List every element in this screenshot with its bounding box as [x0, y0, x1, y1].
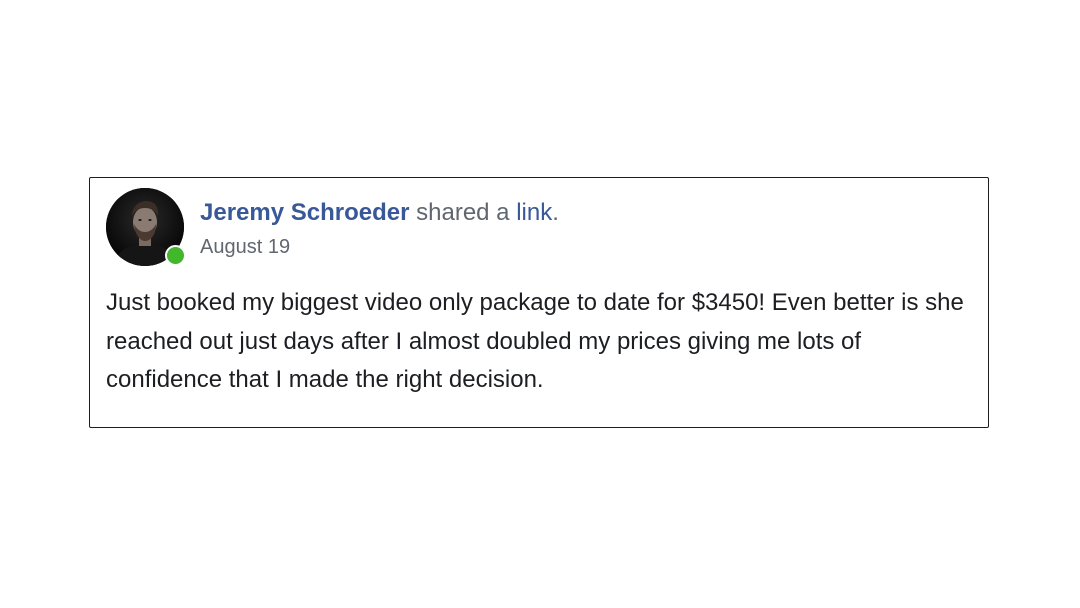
author-name-link[interactable]: Jeremy Schroeder [200, 199, 409, 226]
shared-link-word[interactable]: link [516, 199, 552, 226]
online-status-dot [165, 245, 186, 266]
post-card: Jeremy Schroeder shared a link. August 1… [89, 177, 989, 428]
post-header: Jeremy Schroeder shared a link. [200, 198, 559, 228]
action-text: shared a [416, 199, 510, 226]
author-avatar-wrap[interactable] [106, 188, 186, 266]
post-body-text: Just booked my biggest video only packag… [106, 289, 964, 393]
post-timestamp[interactable]: August 19 [200, 234, 290, 260]
header-period: . [552, 199, 559, 226]
